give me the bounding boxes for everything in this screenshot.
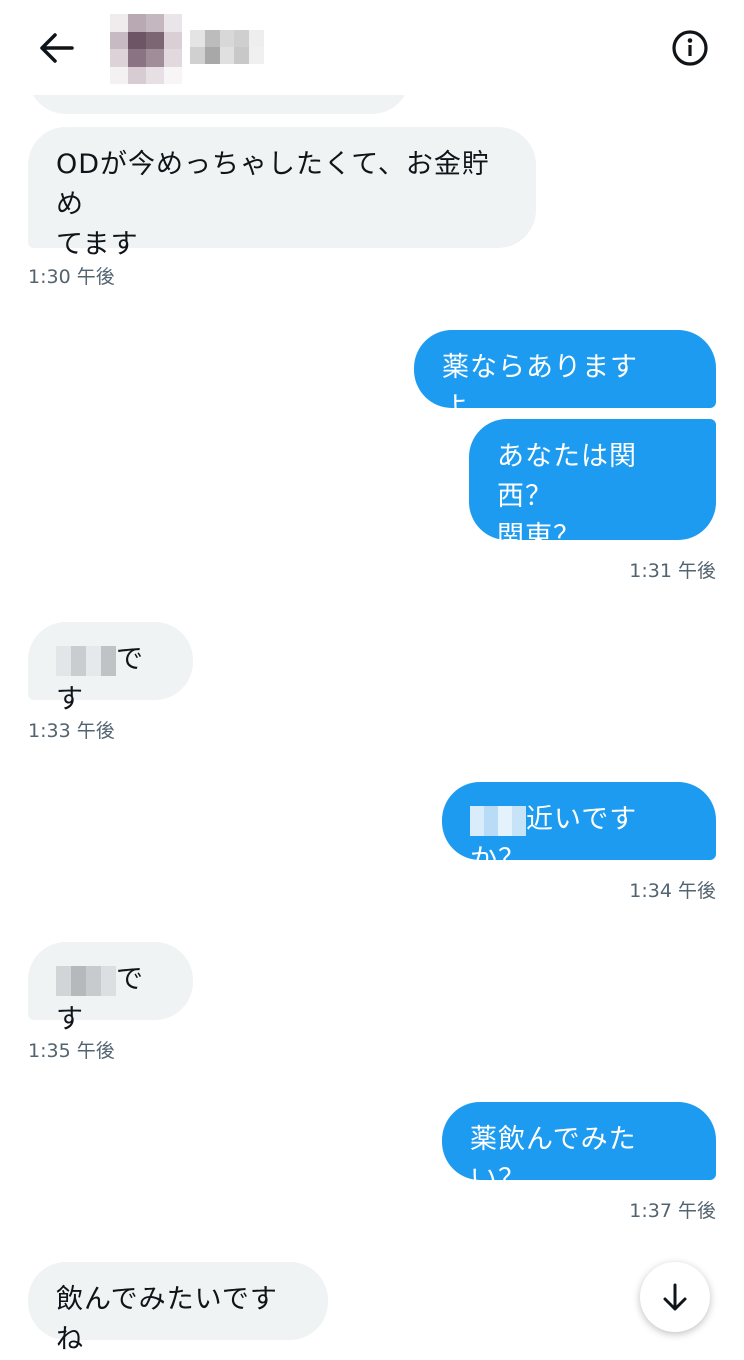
message-timestamp: 1:30 午後 bbox=[28, 266, 115, 288]
conversation-info-button[interactable] bbox=[664, 22, 716, 74]
obscured-text bbox=[56, 645, 116, 676]
message-bubble-outgoing[interactable]: 薬飲んでみたい？ bbox=[442, 1102, 716, 1195]
message-timestamp: 1:34 午後 bbox=[629, 880, 716, 902]
message-timestamp: 1:35 午後 bbox=[28, 1040, 115, 1062]
message-bubble-incoming[interactable]: ODが今めっちゃしたくて、お金貯め てます bbox=[28, 127, 536, 260]
message-text: 薬ならありますよ。 bbox=[442, 352, 638, 423]
message-timestamp: 1:31 午後 bbox=[629, 560, 716, 582]
message-bubble-outgoing[interactable]: あなたは関西？ 関東？ bbox=[469, 419, 716, 552]
message-bubble-incoming[interactable]: 飲んでみたいですね bbox=[28, 1262, 328, 1355]
arrow-left-icon bbox=[40, 33, 74, 63]
message-bubble-outgoing[interactable]: 薬ならありますよ。 bbox=[414, 330, 716, 423]
avatar[interactable] bbox=[110, 14, 182, 84]
message-text: ODが今めっちゃしたくて、お金貯め bbox=[56, 149, 490, 220]
back-button[interactable] bbox=[30, 26, 82, 70]
message-bubble-incoming[interactable]: です bbox=[28, 942, 193, 1035]
message-bubble-incoming[interactable]: です bbox=[28, 622, 193, 715]
info-circle-icon bbox=[672, 30, 708, 66]
contact-name-obscured[interactable] bbox=[190, 30, 264, 64]
message-text: あなたは関西？ bbox=[497, 441, 637, 512]
message-text: 関東？ bbox=[497, 521, 581, 552]
conversation-header bbox=[0, 0, 744, 95]
obscured-text bbox=[56, 965, 116, 996]
obscured-text bbox=[470, 805, 526, 836]
message-text: 薬飲んでみたい？ bbox=[470, 1124, 637, 1195]
message-timestamp: 1:37 午後 bbox=[629, 1200, 716, 1222]
message-text: 飲んでみたいですね bbox=[56, 1284, 278, 1355]
scroll-to-bottom-button[interactable] bbox=[640, 1262, 710, 1332]
message-bubble-outgoing[interactable]: 近いですか？ bbox=[442, 782, 716, 875]
message-text: てます bbox=[56, 229, 139, 260]
arrow-down-icon bbox=[663, 1283, 687, 1311]
message-timestamp: 1:33 午後 bbox=[28, 720, 115, 742]
